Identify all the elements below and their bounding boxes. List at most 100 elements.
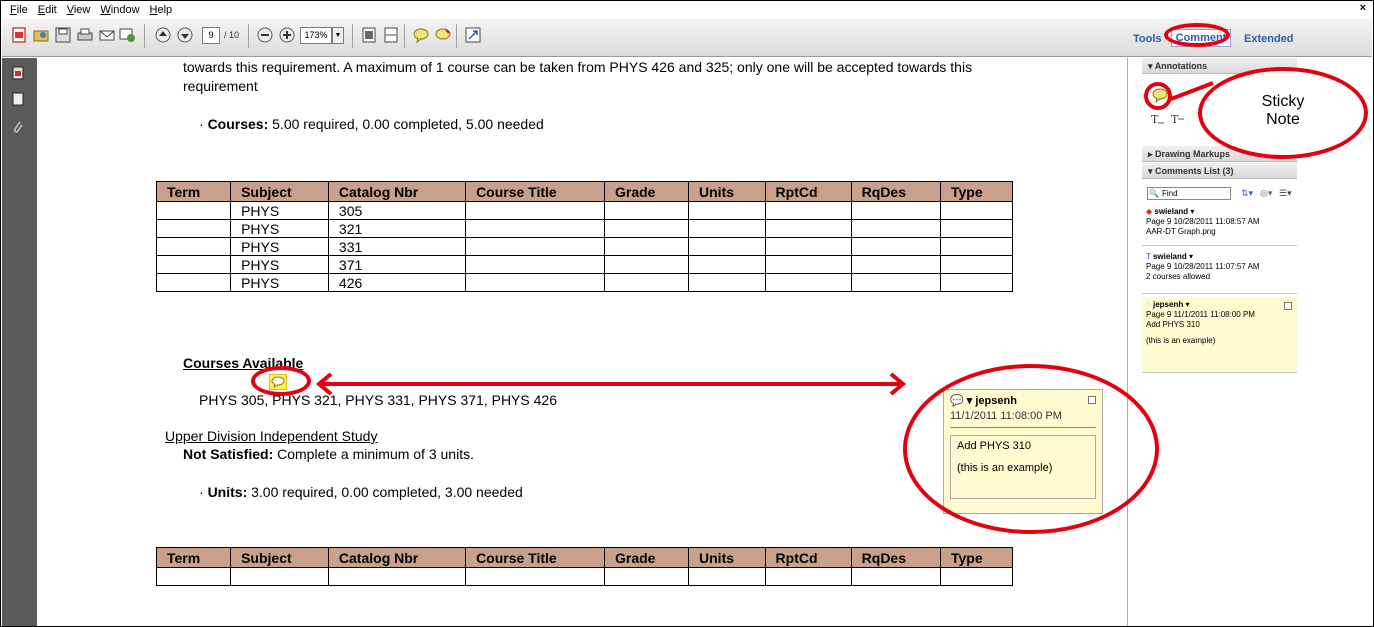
table-cell [850,201,941,220]
comment-meta: Page 9 10/28/2011 11:08:57 AM [1146,217,1260,226]
open-icon[interactable] [32,26,50,44]
table-cell [850,237,941,256]
table-cell [850,273,941,292]
text-comment-icon: T [1146,252,1153,261]
filter-icon[interactable]: ◎▾ [1260,188,1272,199]
table-cell: PHYS [230,255,329,274]
table-cell [465,255,605,274]
minimize-comment-icon[interactable] [1284,302,1292,310]
comments-list-header[interactable]: ▾ Comments List (3) [1142,163,1297,179]
table-row: PHYS 371 [155,255,1014,274]
text-annotation-icon[interactable]: T [1151,113,1165,125]
table-cell [688,237,766,256]
upper-division-link[interactable]: Upper Division Independent Study [165,428,377,444]
column-header: Type [939,547,1014,568]
courses-available-list: PHYS 305, PHYS 321, PHYS 331, PHYS 371, … [199,392,557,408]
sort-icon[interactable]: ⇅▾ [1241,188,1253,199]
comment-list-item[interactable]: ◌ jepsenh ▾ Page 9 11/1/2011 11:08:00 PM A… [1142,297,1297,373]
not-satisfied-label: Not Satisfied: [183,446,274,462]
column-header: Catalog Nbr [327,547,467,568]
comment-author: swieland [1154,207,1189,216]
comment-list-item[interactable]: ◆ swieland ▾ Page 9 10/28/2011 11:08:57 A… [1142,204,1297,246]
comments-list-section[interactable]: ▾ Comments List (3) [1142,163,1297,179]
svg-text:T: T [1171,113,1179,125]
table-cell [764,201,852,220]
tools-tab[interactable]: Tools [1133,33,1162,45]
zoom-level-input[interactable]: 173% [300,27,332,44]
column-header: Grade [603,547,690,568]
sticky-note-tool-icon[interactable] [412,26,430,44]
courses-label: Courses: [207,116,269,132]
document-view: towards this requirement. A maximum of 1… [37,58,1117,626]
table-cell [939,237,1014,256]
table-cell: 305 [327,201,467,220]
table-cell [603,219,690,238]
table-cell [764,219,852,238]
page-total: / 10 [224,30,240,40]
print-icon[interactable] [76,26,94,44]
table-cell [939,219,1014,238]
table-cell: 331 [327,237,467,256]
highlight-tool-icon[interactable] [434,26,452,44]
fit-width-icon[interactable] [382,26,400,44]
table-cell [688,255,766,274]
table-cell [155,237,232,256]
bookmarks-icon[interactable] [12,92,24,106]
comment-meta: Page 9 11/1/2011 11:08:00 PM [1146,310,1255,319]
menu-help[interactable]: Help [148,4,175,16]
column-header: Term [155,547,232,568]
save-icon[interactable] [54,26,72,44]
menu-view[interactable]: View [65,4,93,16]
find-comments-input[interactable]: Find [1147,187,1231,200]
units-label: Units: [207,484,248,500]
create-pdf-icon[interactable] [10,26,28,44]
table-cell [688,201,766,220]
study-table: Term Subject Catalog Nbr Course Title Grade U… [155,547,1014,586]
note-popup-highlight-ring [903,364,1159,534]
comment-text: Add PHYS 310 [1146,320,1200,329]
table-body: PHYS 305 PHYS 321 PHYS 331 PHYS 371 PHYS 426 [155,201,1014,292]
acrobat-window: File Edit View Window Help × 9 / 10 173%… [0,0,1374,627]
comment-text-2: (this is an example) [1146,336,1216,345]
previous-page-icon[interactable] [154,26,172,44]
text-box-icon[interactable]: T [1171,113,1185,125]
close-icon[interactable]: × [1360,2,1366,14]
comment-meta: Page 9 10/28/2011 11:07:57 AM [1146,262,1260,271]
callout-label: Sticky Note [1241,93,1325,129]
menu-window[interactable]: Window [98,4,141,16]
column-header: Term [155,181,232,202]
attachments-icon[interactable] [12,120,24,134]
pages-icon[interactable] [12,66,24,80]
next-page-icon[interactable] [176,26,194,44]
fit-page-icon[interactable] [360,26,378,44]
sticky-note-comment-icon: ◌ [1146,300,1153,309]
page-number-input[interactable]: 9 [202,27,220,44]
zoom-dropdown-icon[interactable]: ▼ [332,27,344,44]
options-icon[interactable]: ☰▾ [1279,188,1292,199]
table-row: PHYS 305 [155,201,1014,220]
table-cell [155,273,232,292]
comment-text: 2 courses allowed [1146,272,1211,281]
extended-tab[interactable]: Extended [1244,33,1294,45]
units-summary: · Units: 3.00 required, 0.00 completed, … [199,484,523,500]
table-row [155,567,1014,586]
menu-edit[interactable]: Edit [36,4,59,16]
expand-icon[interactable] [464,26,482,44]
collaborate-icon[interactable] [118,26,136,44]
requirement-text-line2: requirement [183,78,258,94]
not-satisfied-text: Not Satisfied: Complete a minimum of 3 u… [183,446,474,462]
comment-list-item[interactable]: T swieland ▾ Page 9 10/28/2011 11:07:57 A… [1142,249,1297,294]
courses-summary: · Courses: 5.00 required, 0.00 completed… [199,116,544,132]
zoom-in-icon[interactable] [278,26,296,44]
table-cell [850,255,941,274]
email-icon[interactable] [98,26,116,44]
zoom-out-icon[interactable] [256,26,274,44]
comments-list-label: Comments List (3) [1155,166,1234,176]
comment-text: AAR-DT Graph.png [1146,227,1216,236]
callout-label-line2: Note [1266,111,1300,128]
table-cell [939,273,1014,292]
menu-file[interactable]: File [8,4,30,16]
table-cell [764,273,852,292]
table-cell: PHYS [230,237,329,256]
table-header-row: Term Subject Catalog Nbr Course Title Grade U… [155,547,1014,568]
